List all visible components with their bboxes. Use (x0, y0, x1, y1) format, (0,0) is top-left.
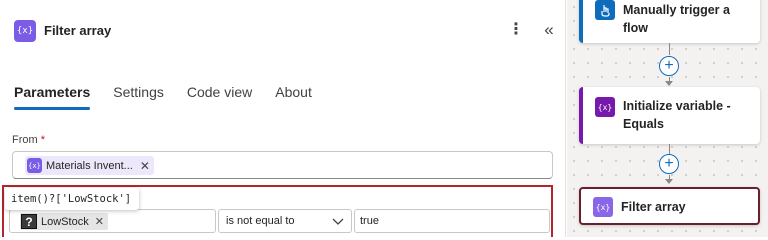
tab-about[interactable]: About (275, 84, 312, 110)
hand-touch-icon (595, 0, 615, 20)
lowstock-token-label: LowStock (41, 215, 89, 228)
tab-code-view[interactable]: Code view (187, 84, 252, 110)
required-marker: * (40, 134, 46, 146)
operator-value: is not equal to (226, 215, 295, 227)
add-step-button[interactable]: + (659, 154, 679, 174)
node-trigger-title: Manually trigger a flow (623, 1, 730, 37)
action-details-panel: {x} Filter array ⋮ « Parameters Settings… (0, 0, 566, 237)
from-token-label: Materials Invent... (46, 159, 133, 172)
operator-dropdown[interactable]: is not equal to (218, 209, 352, 233)
filter-condition-row: ? LowStock ✕ is not equal to true item()… (2, 185, 553, 237)
node-init-title-line1: Initialize variable - (623, 99, 731, 113)
node-init-title: Initialize variable - Equals (623, 97, 731, 133)
filter-array-icon: {x} (593, 197, 613, 217)
tab-settings[interactable]: Settings (113, 84, 164, 110)
expression-tooltip: item()?['LowStock'] (5, 188, 140, 210)
node-init-title-line2: Equals (623, 117, 664, 131)
remove-token-icon[interactable]: ✕ (95, 215, 104, 228)
variable-icon: {x} (595, 97, 615, 117)
connector-line (669, 144, 670, 154)
from-label-text: From (12, 134, 38, 146)
more-vertical-icon: ⋮ (508, 21, 524, 38)
variable-icon: {x} (27, 158, 42, 173)
remove-token-icon[interactable]: ✕ (140, 159, 150, 173)
connector-line (669, 43, 670, 55)
from-token[interactable]: {x} Materials Invent... ✕ (25, 156, 154, 175)
panel-title: Filter array (44, 23, 112, 38)
more-options-button[interactable]: ⋮ (508, 19, 524, 41)
tab-parameters[interactable]: Parameters (14, 84, 91, 110)
double-chevron-left-icon: « (544, 20, 554, 39)
add-step-button[interactable]: + (659, 56, 679, 76)
chevron-down-icon (332, 218, 344, 225)
from-field-label: From * (12, 134, 45, 146)
node-trigger-title-line2: flow (623, 21, 648, 35)
lowstock-token[interactable]: ? LowStock ✕ (20, 213, 108, 230)
node-filter-title: Filter array (621, 200, 686, 214)
connector-arrow (665, 81, 673, 86)
connector-arrow (665, 179, 673, 184)
condition-right-operand[interactable]: true (354, 209, 550, 233)
node-initialize-variable[interactable]: {x} Initialize variable - Equals (579, 87, 760, 144)
node-manual-trigger[interactable]: Manually trigger a flow (579, 0, 760, 43)
from-input[interactable]: {x} Materials Invent... ✕ (12, 151, 553, 179)
condition-left-operand[interactable]: ? LowStock ✕ (9, 209, 216, 233)
right-operand-value: true (360, 215, 379, 227)
node-trigger-title-line1: Manually trigger a (623, 3, 730, 17)
node-filter-array[interactable]: {x} Filter array (579, 187, 760, 225)
filter-array-icon: {x} (14, 20, 36, 42)
tab-list: Parameters Settings Code view About (14, 84, 335, 110)
flow-canvas[interactable]: Manually trigger a flow + {x} Initialize… (567, 0, 768, 237)
unknown-type-icon: ? (21, 214, 37, 229)
collapse-panel-button[interactable]: « (538, 19, 560, 41)
